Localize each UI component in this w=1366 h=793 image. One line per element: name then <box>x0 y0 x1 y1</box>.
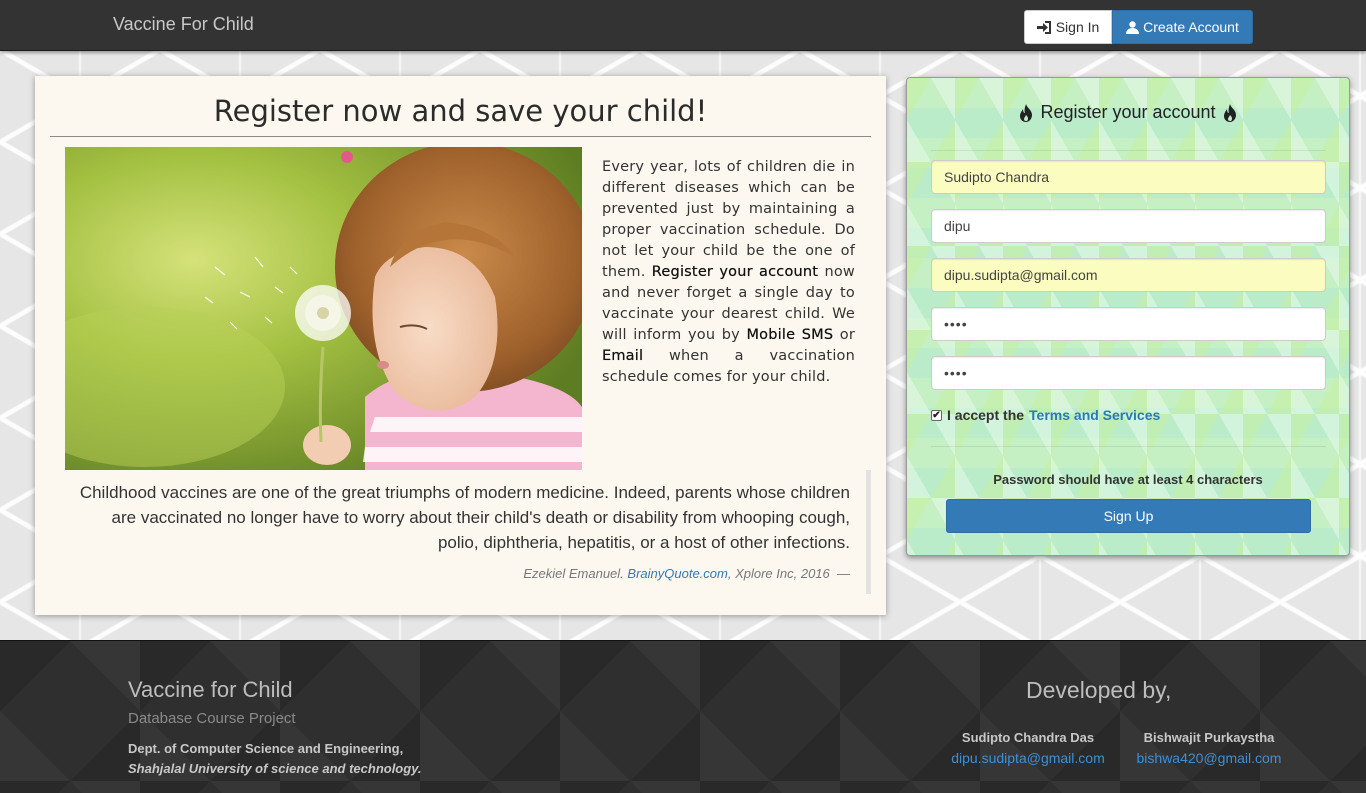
email-input[interactable]: dipu.sudipta@gmail.com <box>931 258 1326 292</box>
quote-author: Ezekiel Emanuel. <box>523 566 624 581</box>
page-title: Register now and save your child! <box>50 94 871 137</box>
developer-email-link[interactable]: dipu.sudipta@gmail.com <box>950 750 1106 766</box>
footer: Vaccine for Child Database Course Projec… <box>0 640 1366 793</box>
footer-title: Vaccine for Child <box>128 677 293 702</box>
fire-icon <box>1223 103 1236 122</box>
quote-text: Childhood vaccines are one of the great … <box>79 483 850 552</box>
intro-text-1: Every year, lots of children die in diff… <box>602 159 855 280</box>
register-account-emphasis: Register your account <box>651 264 819 280</box>
register-title: Register your account <box>907 102 1349 123</box>
username-input[interactable]: dipu <box>931 209 1326 243</box>
quote-source: Ezekiel Emanuel. BrainyQuote.com, Xplore… <box>75 566 850 581</box>
form-divider <box>931 446 1326 447</box>
create-account-button[interactable]: Create Account <box>1112 10 1253 44</box>
confirm-password-input[interactable]: •••• <box>931 356 1326 390</box>
vaccine-quote: Childhood vaccines are one of the great … <box>75 470 871 594</box>
developed-by-heading: Developed by, <box>1026 677 1172 703</box>
brand-link[interactable]: Vaccine For Child <box>113 14 254 35</box>
intro-paragraph: Every year, lots of children die in diff… <box>602 157 855 388</box>
fullname-input[interactable]: Sudipto Chandra <box>931 160 1326 194</box>
register-title-text: Register your account <box>1040 102 1216 122</box>
intro-or: or <box>839 327 855 343</box>
terms-checkbox[interactable]: ✔ <box>931 409 942 421</box>
quote-dash: — <box>837 566 850 581</box>
developer-card: Sudipto Chandra Das dipu.sudipta@gmail.c… <box>950 730 1106 766</box>
developer-name: Sudipto Chandra Das <box>961 730 1095 745</box>
quote-publisher: , Xplore Inc, 2016 <box>727 566 830 581</box>
terms-prefix: I accept the <box>947 407 1025 423</box>
developer-email-link[interactable]: bishwa420@gmail.com <box>1130 750 1288 766</box>
email-emphasis: Email <box>602 348 644 364</box>
terms-link[interactable]: Terms and Services <box>1029 407 1160 423</box>
mobile-sms-emphasis: Mobile SMS <box>746 327 834 343</box>
footer-dept: Dept. of Computer Science and Engineerin… <box>128 741 404 756</box>
password-hint: Password should have at least 4 characte… <box>993 472 1263 487</box>
form-divider <box>931 150 1326 151</box>
footer-university: Shahjalal University of science and tech… <box>128 761 422 776</box>
terms-row: ✔ I accept the Terms and Services <box>931 407 1160 423</box>
password-input[interactable]: •••• <box>931 307 1326 341</box>
sign-in-button[interactable]: Sign In <box>1024 10 1112 44</box>
child-dandelion-photo <box>65 147 582 470</box>
fire-icon <box>1020 103 1033 122</box>
user-icon <box>1126 20 1140 34</box>
navbar: Vaccine For Child Sign In Create Account <box>0 0 1366 51</box>
sign-up-button[interactable]: Sign Up <box>946 499 1311 533</box>
sign-in-label: Sign In <box>1055 19 1100 35</box>
footer-subtitle: Database Course Project <box>128 710 296 727</box>
developer-card: Bishwajit Purkaystha bishwa420@gmail.com <box>1130 730 1288 766</box>
create-account-label: Create Account <box>1143 19 1239 35</box>
register-form-panel: Register your account Sudipto Chandra di… <box>906 77 1350 556</box>
quote-source-link[interactable]: BrainyQuote.com <box>627 566 727 581</box>
auth-buttons: Sign In Create Account <box>1024 10 1253 44</box>
sign-in-icon <box>1036 20 1051 34</box>
developer-name: Bishwajit Purkaystha <box>1143 730 1275 745</box>
intro-panel: Register now and save your child! Every … <box>35 76 886 615</box>
